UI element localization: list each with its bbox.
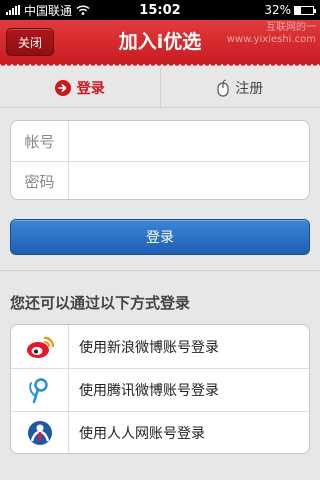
password-row: 密码 — [11, 161, 309, 199]
tab-register[interactable]: 注册 — [159, 68, 320, 107]
sina-weibo-login[interactable]: 使用新浪微博账号登录 — [11, 325, 309, 368]
password-field[interactable] — [69, 162, 309, 199]
watermark-line2: www.yixieshi.com — [226, 34, 316, 45]
tencent-weibo-icon — [28, 378, 48, 404]
nav-bar: 关闭 加入i优选 互联网的一 www.yixieshi.com — [0, 20, 320, 67]
alt-icon-box — [11, 412, 69, 453]
battery-icon — [294, 5, 316, 15]
battery-percent: 32% — [264, 3, 291, 17]
status-right: 32% — [264, 3, 316, 17]
account-field[interactable] — [69, 121, 309, 161]
tencent-weibo-login-label: 使用腾讯微博账号登录 — [79, 383, 219, 399]
alt-icon-box — [11, 369, 69, 411]
signal-icon — [6, 5, 20, 15]
login-form: 帐号 密码 — [10, 120, 310, 200]
login-register-tabs: 登录 注册 — [0, 68, 320, 108]
renren-login[interactable]: 使用人人网账号登录 — [11, 411, 309, 453]
wifi-icon — [76, 5, 90, 15]
alt-login-list: 使用新浪微博账号登录 使用腾讯微博账号登录 使用人人网账号登录 — [10, 324, 310, 454]
battery-fill — [295, 6, 301, 14]
renren-login-label: 使用人人网账号登录 — [79, 426, 205, 442]
tab-register-label: 注册 — [235, 80, 264, 97]
status-left: 中国联通 — [6, 2, 90, 19]
tencent-weibo-login[interactable]: 使用腾讯微博账号登录 — [11, 368, 309, 411]
tab-login-label: 登录 — [76, 80, 105, 97]
status-bar: 中国联通 15:02 32% — [0, 0, 320, 20]
mouse-icon — [217, 79, 229, 97]
carrier-label: 中国联通 — [24, 3, 73, 18]
watermark-line1: 互联网的一 — [266, 22, 316, 33]
sina-weibo-icon — [26, 336, 54, 358]
tab-login[interactable]: 登录 — [0, 68, 160, 107]
account-label: 帐号 — [11, 121, 69, 161]
watermark: 互联网的一 www.yixieshi.com — [227, 22, 316, 46]
password-label: 密码 — [11, 162, 69, 199]
login-button[interactable]: 登录 — [10, 219, 310, 255]
sina-weibo-login-label: 使用新浪微博账号登录 — [79, 339, 219, 356]
arrow-right-circle-icon — [54, 79, 71, 96]
account-row: 帐号 — [11, 121, 309, 161]
close-button[interactable]: 关闭 — [6, 28, 54, 56]
alt-login-heading: 您还可以通过以下方式登录 — [10, 294, 191, 312]
alt-icon-box — [11, 325, 69, 368]
renren-icon — [27, 421, 52, 445]
divider — [0, 270, 320, 271]
